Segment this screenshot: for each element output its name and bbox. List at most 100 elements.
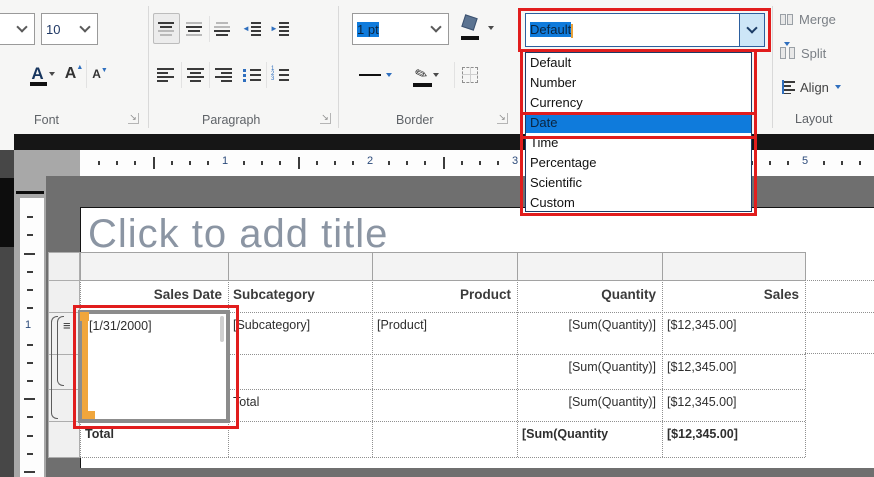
align-left-button[interactable] — [153, 59, 180, 90]
report-builder-window: 10 A A ▲ A ▼ Font ↘ ◄ ► — [0, 0, 874, 477]
merge-cells-icon — [780, 14, 793, 25]
ruler-minor-tick — [261, 161, 263, 165]
report-title-placeholder[interactable]: Click to add title — [88, 212, 388, 257]
number-format-dropdown-button[interactable] — [739, 14, 764, 46]
border-color-button[interactable]: ✎ — [402, 59, 452, 90]
chevron-down-icon — [386, 73, 392, 77]
ruler-minor-tick — [27, 362, 33, 364]
font-name-combo[interactable] — [0, 13, 35, 45]
increase-indent-button[interactable]: ► — [267, 13, 293, 44]
number-format-combo[interactable]: Default — [525, 13, 765, 47]
ruler-major-tick — [443, 157, 445, 169]
dropdown-item-default[interactable]: Default — [526, 53, 751, 73]
selected-cell-border[interactable] — [78, 310, 230, 423]
ruler-minor-tick — [352, 161, 354, 165]
ruler-number: 2 — [367, 155, 373, 167]
ruler-major-tick — [24, 471, 35, 473]
border-width-value: 1 pt — [353, 22, 432, 37]
ruler-minor-tick — [27, 289, 33, 291]
dropdown-item-currency[interactable]: Currency — [526, 93, 751, 113]
ruler-number: 5 — [802, 155, 808, 167]
dropdown-item-percentage[interactable]: Percentage — [526, 153, 751, 173]
border-width-combo[interactable]: 1 pt — [352, 13, 449, 45]
ruler-minor-tick — [27, 234, 33, 236]
border-style-button[interactable] — [352, 59, 398, 90]
paragraph-dialog-launcher-icon[interactable]: ↘ — [320, 113, 331, 124]
align-right-icon — [213, 67, 233, 83]
up-arrow-icon: ▲ — [76, 64, 83, 71]
split-button[interactable]: Split — [780, 42, 866, 64]
dropdown-item-date[interactable]: Date — [526, 113, 751, 133]
merge-button[interactable]: Merge — [780, 8, 866, 30]
ruler-minor-tick — [27, 380, 33, 382]
shrink-font-button[interactable]: A ▼ — [88, 58, 112, 90]
ruler-minor-tick — [497, 161, 499, 165]
left-edge-scroll-segment[interactable] — [0, 178, 14, 247]
border-width-selected-text: 1 pt — [357, 22, 379, 37]
chevron-down-icon — [49, 72, 55, 76]
decrease-indent-icon: ◄ — [242, 21, 262, 37]
font-color-button[interactable]: A — [26, 58, 60, 90]
ruler-major-tick — [24, 253, 35, 255]
align-right-button[interactable] — [210, 59, 236, 90]
dropdown-item-custom[interactable]: Custom — [526, 193, 751, 213]
align-center-button[interactable] — [182, 59, 208, 90]
align-menu-button[interactable]: Align — [782, 76, 872, 98]
ruler-minor-tick — [479, 161, 481, 165]
ruler-minor-tick — [171, 161, 173, 165]
font-size-combo[interactable]: 10 — [41, 13, 98, 45]
ruler-minor-tick — [334, 161, 336, 165]
ruler-minor-tick — [279, 161, 281, 165]
ruler-minor-tick — [27, 307, 33, 309]
bullets-icon — [242, 67, 262, 83]
ruler-minor-tick — [787, 161, 789, 165]
merge-label: Merge — [799, 12, 836, 27]
ruler-minor-tick — [98, 161, 100, 165]
chevron-down-icon — [79, 21, 90, 32]
ruler-major-tick — [24, 398, 35, 400]
split-label: Split — [801, 46, 826, 61]
ruler-minor-tick — [841, 161, 843, 165]
number-format-dropdown-list[interactable]: DefaultNumberCurrencyDateTimePercentageS… — [525, 52, 752, 212]
ruler-minor-tick — [243, 161, 245, 165]
text-caret — [571, 24, 573, 38]
chevron-down-icon — [430, 21, 441, 32]
fill-color-swatch — [461, 36, 479, 40]
bullets-button[interactable] — [239, 59, 265, 90]
ruler-number: 3 — [512, 155, 518, 167]
horizontal-ruler: 12345 — [80, 150, 874, 176]
align-label: Align — [800, 80, 829, 95]
ruler-minor-tick — [461, 161, 463, 165]
paragraph-group-label: Paragraph — [202, 113, 260, 127]
fill-color-button[interactable] — [455, 12, 497, 46]
left-edge-panel — [0, 150, 14, 477]
ruler-minor-tick — [27, 435, 33, 437]
ruler-minor-tick — [189, 161, 191, 165]
ruler-minor-tick — [823, 161, 825, 165]
border-group-label: Border — [396, 113, 434, 127]
grow-font-button[interactable]: A ▲ — [62, 58, 86, 90]
numbering-button[interactable] — [267, 59, 293, 90]
border-dialog-launcher-icon[interactable]: ↘ — [497, 113, 508, 124]
borders-button[interactable] — [456, 59, 484, 90]
align-top-button[interactable] — [153, 13, 180, 44]
font-color-letter: A — [31, 64, 43, 84]
borders-grid-icon — [462, 67, 478, 83]
font-dialog-launcher-icon[interactable]: ↘ — [128, 113, 139, 124]
chevron-down-icon — [16, 21, 27, 32]
ruler-minor-tick — [134, 161, 136, 165]
align-bottom-button[interactable] — [210, 13, 236, 44]
down-arrow-icon: ▼ — [101, 67, 108, 74]
chevron-down-icon — [835, 85, 841, 89]
align-bottom-icon — [213, 21, 233, 37]
ruler-minor-tick — [859, 161, 861, 165]
dropdown-item-time[interactable]: Time — [526, 133, 751, 153]
align-layout-icon — [782, 80, 796, 94]
ruler-minor-tick — [424, 161, 426, 165]
selected-cell-grip[interactable] — [220, 316, 224, 342]
decrease-indent-button[interactable]: ◄ — [239, 13, 265, 44]
align-middle-button[interactable] — [182, 13, 208, 44]
align-middle-icon — [185, 21, 205, 37]
dropdown-item-number[interactable]: Number — [526, 73, 751, 93]
dropdown-item-scientific[interactable]: Scientific — [526, 173, 751, 193]
